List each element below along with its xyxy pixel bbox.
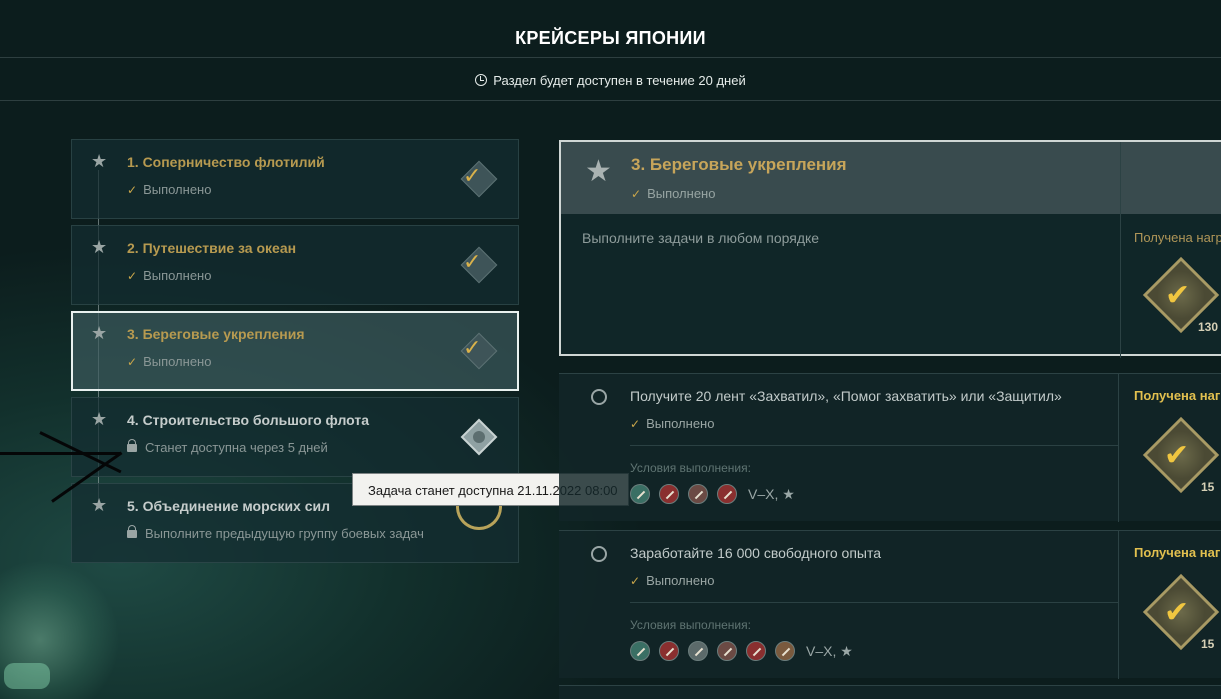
clock-icon bbox=[475, 74, 488, 86]
reward-count: 15 bbox=[1201, 480, 1215, 494]
group-title: 5. Объединение морских сил bbox=[127, 498, 331, 514]
conditions-label: Условия выполнения: bbox=[630, 461, 751, 475]
group-status: Выполните предыдущую группу боевых задач bbox=[127, 525, 424, 541]
badge-dot bbox=[473, 431, 485, 443]
divider bbox=[1118, 374, 1119, 522]
reward-label: Получена нагр bbox=[1134, 545, 1221, 560]
carrier-class-icon bbox=[746, 641, 766, 661]
check-icon: ✓ bbox=[127, 183, 138, 197]
tier-range: V–X, ★ bbox=[748, 485, 795, 502]
status-text: Выполнено bbox=[143, 268, 212, 283]
star-icon: ★ bbox=[585, 155, 612, 188]
lock-icon bbox=[127, 525, 137, 538]
destroyer-class-icon bbox=[630, 484, 650, 504]
status-text: Выполнено bbox=[646, 416, 715, 431]
group-item-4[interactable]: ★ 4. Строительство большого флота Станет… bbox=[71, 397, 519, 477]
group-status: ✓ Выполнено bbox=[127, 268, 211, 283]
availability-text: Раздел будет доступен в течение 20 дней bbox=[493, 73, 746, 88]
star-icon: ★ bbox=[91, 237, 108, 257]
battleship-class-icon bbox=[717, 641, 737, 661]
detail-description: Выполните задачи в любом порядке bbox=[582, 230, 820, 246]
check-icon: ✔ bbox=[1164, 596, 1190, 629]
task-status: ✓ Выполнено bbox=[630, 416, 714, 431]
divider bbox=[630, 602, 1118, 603]
detail-status: ✓ Выполнено bbox=[631, 186, 715, 201]
check-icon: ✓ bbox=[463, 163, 482, 188]
check-icon: ✓ bbox=[630, 417, 641, 431]
check-icon: ✓ bbox=[631, 187, 642, 201]
reward-label: Получена нагр bbox=[1134, 230, 1221, 245]
submarine-class-icon bbox=[688, 641, 708, 661]
aircraft-class-icon bbox=[775, 641, 795, 661]
tier-range: V–X, ★ bbox=[806, 642, 853, 659]
star-icon: ★ bbox=[91, 323, 108, 343]
group-status: Станет доступна через 5 дней bbox=[127, 439, 328, 455]
task-status: ✓ Выполнено bbox=[630, 573, 714, 588]
carrier-class-icon bbox=[717, 484, 737, 504]
task-item-3[interactable] bbox=[559, 685, 1221, 699]
status-text: Выполните предыдущую группу боевых задач bbox=[145, 526, 424, 541]
group-title: 3. Береговые укрепления bbox=[127, 326, 305, 342]
task-item-2[interactable]: Заработайте 16 000 свободного опыта ✓ Вып… bbox=[559, 530, 1221, 679]
status-text: Выполнено bbox=[647, 186, 716, 201]
task-radio bbox=[591, 546, 607, 562]
task-item-1[interactable]: Получите 20 лент «Захватил», «Помог захв… bbox=[559, 373, 1221, 522]
task-title: Получите 20 лент «Захватил», «Помог захв… bbox=[630, 388, 1062, 404]
status-text: Выполнено bbox=[646, 573, 715, 588]
destroyer-class-icon bbox=[630, 641, 650, 661]
battleship-class-icon bbox=[688, 484, 708, 504]
check-icon: ✓ bbox=[463, 249, 482, 274]
cruiser-class-icon bbox=[659, 484, 679, 504]
group-title: 1. Соперничество флотилий bbox=[127, 154, 325, 170]
check-icon: ✔ bbox=[1164, 439, 1190, 472]
check-icon: ✓ bbox=[127, 269, 138, 283]
page-title: КРЕЙСЕРЫ ЯПОНИИ bbox=[515, 28, 706, 48]
check-icon: ✓ bbox=[127, 355, 138, 369]
task-title: Заработайте 16 000 свободного опыта bbox=[630, 545, 882, 561]
star-icon: ★ bbox=[91, 495, 108, 515]
group-title: 4. Строительство большого флота bbox=[127, 412, 370, 428]
check-icon: ✓ bbox=[630, 574, 641, 588]
group-detail-panel: ★ 3. Береговые укрепления ✓ Выполнено Вып… bbox=[559, 140, 1221, 358]
divider bbox=[1118, 531, 1119, 679]
status-text: Станет доступна через 5 дней bbox=[145, 440, 328, 455]
group-item-3[interactable]: ★ 3. Береговые укрепления ✓ Выполнено ✓ bbox=[71, 311, 519, 391]
drawn-arrow-shaft bbox=[0, 452, 120, 455]
lock-icon bbox=[127, 439, 137, 452]
group-title: 2. Путешествие за океан bbox=[127, 240, 297, 256]
group-status: ✓ Выполнено bbox=[127, 354, 211, 369]
group-item-1[interactable]: ★ 1. Соперничество флотилий ✓ Выполнено ✓ bbox=[71, 139, 519, 219]
reward-count: 15 bbox=[1201, 637, 1215, 651]
group-item-2[interactable]: ★ 2. Путешествие за океан ✓ Выполнено ✓ bbox=[71, 225, 519, 305]
group-status: ✓ Выполнено bbox=[127, 182, 211, 197]
ship-class-icons: V–X, ★ bbox=[630, 641, 853, 661]
divider bbox=[630, 445, 1118, 446]
check-icon: ✓ bbox=[463, 335, 482, 360]
task-radio bbox=[591, 389, 607, 405]
ship-class-icons: V–X, ★ bbox=[630, 484, 795, 504]
detail-title: 3. Береговые укрепления bbox=[631, 155, 847, 174]
status-text: Выполнено bbox=[143, 354, 212, 369]
availability-notice: Раздел будет доступен в течение 20 дней bbox=[0, 73, 1221, 88]
background-light bbox=[4, 663, 50, 689]
conditions-label: Условия выполнения: bbox=[630, 618, 751, 632]
star-icon: ★ bbox=[91, 409, 108, 429]
cruiser-class-icon bbox=[659, 641, 679, 661]
status-text: Выполнено bbox=[143, 182, 212, 197]
check-icon: ✔ bbox=[1165, 279, 1191, 312]
divider bbox=[1120, 142, 1121, 358]
star-icon: ★ bbox=[91, 151, 108, 171]
reward-count: 130 bbox=[1198, 320, 1219, 334]
detail-header: ★ 3. Береговые укрепления ✓ Выполнено bbox=[561, 142, 1221, 214]
reward-label: Получена нагр bbox=[1134, 388, 1221, 403]
